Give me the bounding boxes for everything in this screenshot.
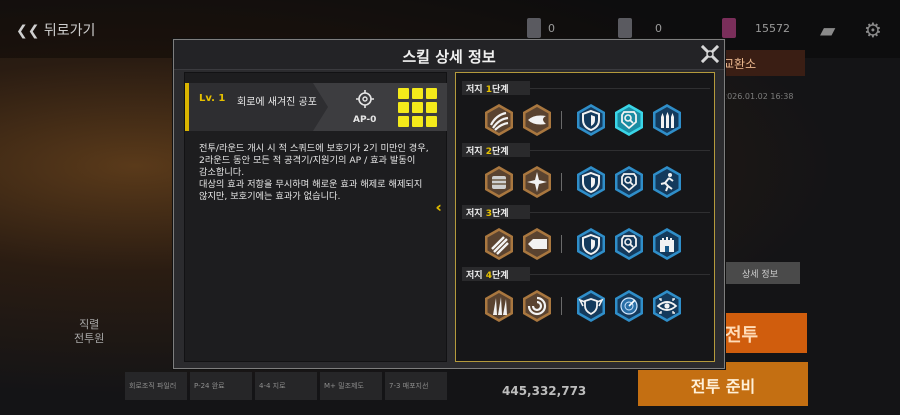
triple-blade-icon[interactable]: [482, 289, 516, 323]
eye-target-icon[interactable]: [650, 289, 684, 323]
shield-icon[interactable]: [574, 103, 608, 137]
crosshair-icon: [356, 90, 374, 108]
squad-slot[interactable]: M+ 밀조제도: [320, 372, 382, 400]
stage-label: 저지 2단계: [462, 143, 530, 157]
skill-header: Lv. 1 회로에 새겨진 공포 AP-0: [185, 83, 447, 131]
squad-slot[interactable]: P-24 완료: [190, 372, 252, 400]
group-separator: [561, 111, 562, 129]
squad-slot[interactable]: 회로조직 파일러: [125, 372, 187, 400]
battle-ready-label: 전투 준비: [690, 377, 756, 396]
scratch-marks-icon[interactable]: [482, 227, 516, 261]
skill-description: 전투/라운드 개시 시 적 스쿼드에 보호기가 2기 미만인 경우, 2라운드 …: [199, 143, 429, 202]
skill-info-panel: Lv. 1 회로에 새겨진 공포 AP-0 전투/라운드 개시 시 적 스쿼드에…: [184, 72, 447, 362]
skill-name: 회로에 새겨진 공포: [237, 97, 317, 108]
skill-name-plate: Lv. 1 회로에 새겨진 공포: [185, 83, 328, 131]
detail-button[interactable]: 상세 정보: [720, 262, 800, 284]
stage-list: 저지 1단계저지 2단계저지 3단계저지 4단계: [455, 72, 715, 362]
gear-icon[interactable]: ⚙: [864, 18, 882, 42]
close-icon[interactable]: [700, 44, 720, 64]
running-figure-icon[interactable]: [650, 165, 684, 199]
date-text: 2026.01.02 16:38: [722, 92, 794, 101]
shield-icon[interactable]: [574, 227, 608, 261]
game-screen: { "background": { "back_label": "뒤로가기", …: [0, 0, 900, 415]
wide-arrow-icon[interactable]: [520, 227, 554, 261]
skill-detail-modal: 스킬 상세 정보 Lv. 1 회로에 새겨진 공포 AP-0 전투/라운드 개시…: [173, 39, 725, 369]
radar-icon[interactable]: [612, 289, 646, 323]
stage-suffix: 단계: [491, 85, 509, 95]
winged-shield-icon[interactable]: [574, 289, 608, 323]
magnifier-shield-icon[interactable]: [612, 165, 646, 199]
battle-button[interactable]: 전투: [715, 313, 807, 353]
dash-wave-icon[interactable]: [520, 103, 554, 137]
stage-divider: [530, 150, 710, 151]
stage-divider: [530, 212, 710, 213]
resource-icon: [527, 18, 541, 38]
exchange-label: 교환소: [723, 57, 757, 71]
resource-count: 0: [655, 22, 662, 35]
grid-3x3-icon: [398, 88, 437, 127]
triple-missile-icon[interactable]: [650, 103, 684, 137]
stage-row: 저지 1단계: [462, 81, 712, 137]
stage-suffix: 단계: [491, 209, 509, 219]
squad-slot[interactable]: 7-3 매포지선: [385, 372, 447, 400]
stage-prefix: 저지: [466, 147, 486, 157]
modal-title: 스킬 상세 정보: [402, 48, 496, 66]
squad-slots: 회로조직 파일러 P-24 완료 4-4 지로 M+ 밀조제도 7-3 매포지선: [125, 372, 447, 400]
stage-suffix: 단계: [491, 271, 509, 281]
resource-count: 15572: [755, 22, 790, 35]
exchange-button[interactable]: 교환소: [715, 50, 805, 76]
modal-header: 스킬 상세 정보: [174, 40, 724, 70]
accent-strip: [185, 83, 189, 131]
squad-slot[interactable]: 4-4 지로: [255, 372, 317, 400]
swirl-icon[interactable]: [520, 289, 554, 323]
resource-icon: [618, 18, 632, 38]
magnifier-shield-icon[interactable]: [612, 103, 646, 137]
armor-plate-icon[interactable]: [482, 165, 516, 199]
stage-row: 저지 4단계: [462, 267, 712, 323]
stage-row: 저지 2단계: [462, 143, 712, 199]
resource-count: 0: [548, 22, 555, 35]
stage-prefix: 저지: [466, 271, 486, 281]
claw-swipe-icon[interactable]: [482, 103, 516, 137]
stage-divider: [530, 88, 710, 89]
gem-icon: [722, 18, 736, 38]
detail-label: 상세 정보: [742, 270, 778, 280]
burst-star-icon[interactable]: [520, 165, 554, 199]
stage-divider: [530, 274, 710, 275]
stage-prefix: 저지: [466, 85, 486, 95]
magnifier-shield-icon[interactable]: [612, 227, 646, 261]
fortress-icon[interactable]: [650, 227, 684, 261]
stage-label: 저지 3단계: [462, 205, 530, 219]
back-button[interactable]: ❮❮ 뒤로가기: [16, 20, 95, 40]
group-separator: [561, 235, 562, 253]
stage-row: 저지 3단계: [462, 205, 712, 261]
clapper-icon[interactable]: ▰: [820, 18, 835, 42]
stage-label: 저지 4단계: [462, 267, 530, 281]
battle-label: 전투: [725, 325, 759, 346]
ap-cost: AP-0: [353, 115, 377, 125]
shield-icon[interactable]: [574, 165, 608, 199]
combat-power: 445,332,773: [502, 384, 587, 398]
skill-level: Lv. 1: [199, 93, 226, 104]
stage-prefix: 저지: [466, 209, 486, 219]
squad-label: 직렬 전투원: [74, 318, 105, 345]
back-label: 뒤로가기: [43, 23, 96, 39]
group-separator: [561, 297, 562, 315]
group-separator: [561, 173, 562, 191]
stage-label: 저지 1단계: [462, 81, 530, 95]
stage-suffix: 단계: [491, 147, 509, 157]
